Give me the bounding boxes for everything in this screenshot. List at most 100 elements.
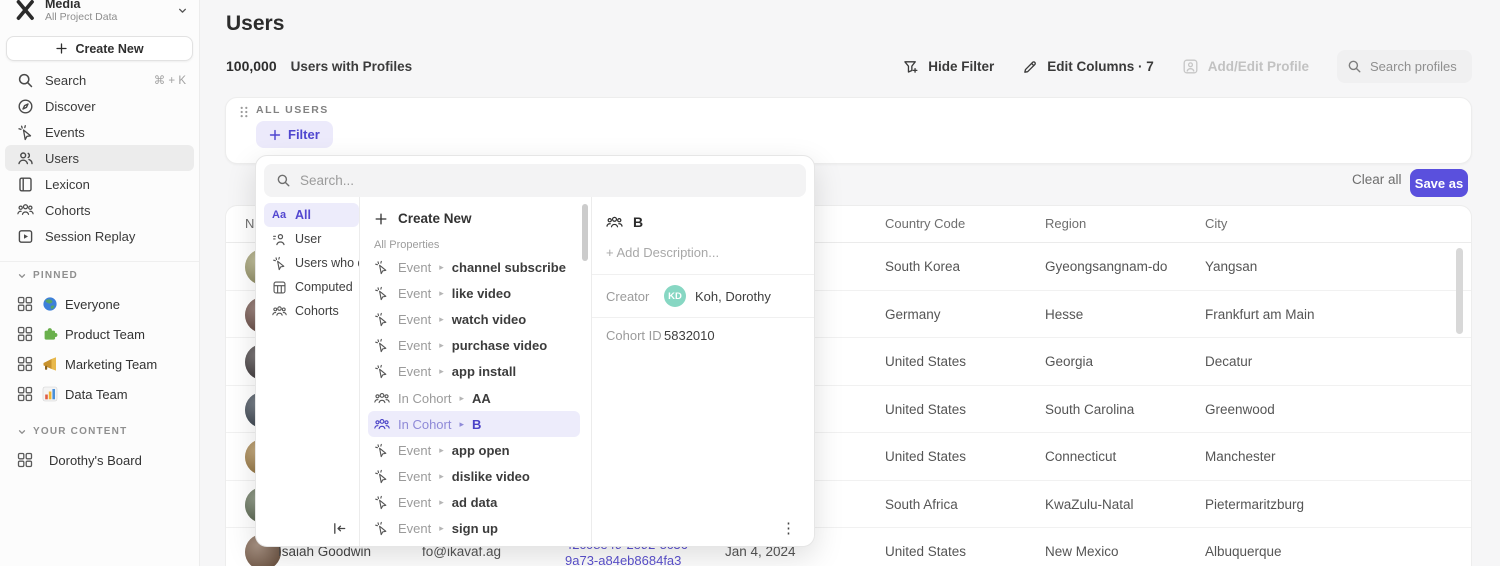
- cell-city: Manchester: [1205, 449, 1276, 464]
- column-header-region[interactable]: Region: [1045, 216, 1086, 231]
- sidebar-item-label: Lexicon: [45, 177, 90, 192]
- sidebar-item-label: Discover: [45, 99, 96, 114]
- event-cursor-icon: [374, 495, 390, 511]
- property-item-cohort-b[interactable]: In Cohort ▸ B: [368, 411, 580, 437]
- property-item-cohort-aa[interactable]: In Cohort ▸ AA: [368, 385, 580, 411]
- drag-handle-icon[interactable]: [238, 105, 250, 119]
- sidebar-item-lexicon[interactable]: Lexicon: [5, 171, 194, 197]
- sidebar-item-events[interactable]: Events: [5, 119, 194, 145]
- sidebar-item-label: Search: [45, 73, 86, 88]
- creator-name: Koh, Dorothy: [695, 289, 771, 304]
- project-subtitle: All Project Data: [45, 11, 176, 23]
- item-name: sign up: [452, 521, 498, 536]
- dropdown-search-input[interactable]: [300, 173, 794, 188]
- cohort-icon: [374, 390, 390, 406]
- cell-country: South Africa: [885, 497, 958, 512]
- collapse-panel-icon[interactable]: [332, 518, 352, 538]
- count-row: 100,000 Users with Profiles: [226, 58, 412, 74]
- column-header-city[interactable]: City: [1205, 216, 1227, 231]
- sidebar-item-search[interactable]: Search ⌘ + K: [5, 67, 194, 93]
- sidebar-board-data-team[interactable]: Data Team: [5, 379, 194, 409]
- brand-logo-icon: [12, 0, 38, 23]
- project-switcher[interactable]: Media All Project Data: [0, 0, 199, 24]
- cell-region: Gyeongsangnam-do: [1045, 259, 1167, 274]
- add-description-button[interactable]: + Add Description...: [592, 239, 814, 275]
- cohort-icon: [272, 304, 287, 319]
- cell-country: United States: [885, 402, 966, 417]
- cell-city: Yangsan: [1205, 259, 1257, 274]
- property-item-dislike-video[interactable]: Event ▸ dislike video: [368, 464, 580, 490]
- cell-region: Georgia: [1045, 354, 1093, 369]
- dropdown-search-box: [264, 164, 806, 197]
- sidebar-item-label: Events: [45, 125, 85, 140]
- event-cursor-icon: [374, 521, 390, 537]
- keyboard-shortcut: ⌘ + K: [154, 73, 186, 87]
- property-item-watch-video[interactable]: Event ▸ watch video: [368, 306, 580, 332]
- add-edit-profile-label: Add/Edit Profile: [1208, 59, 1309, 74]
- project-name: Media: [45, 0, 176, 11]
- sidebar-item-label: Users: [45, 151, 79, 166]
- dropdown-scrollbar[interactable]: [582, 204, 588, 261]
- event-cursor-icon: [272, 256, 287, 271]
- sidebar-board-everyone[interactable]: Everyone: [5, 289, 194, 319]
- search-profiles-box: [1337, 50, 1472, 83]
- sidebar-nav: Search ⌘ + K Discover Events Users Lexic…: [5, 67, 194, 249]
- sidebar-item-users[interactable]: Users: [5, 145, 194, 171]
- hide-filter-button[interactable]: Hide Filter: [903, 59, 994, 75]
- add-edit-profile-button[interactable]: Add/Edit Profile: [1182, 58, 1309, 75]
- chevron-down-icon: [17, 427, 27, 437]
- sidebar-item-cohorts[interactable]: Cohorts: [5, 197, 194, 223]
- property-item-purchase-video[interactable]: Event ▸ purchase video: [368, 333, 580, 359]
- category-all[interactable]: Aa All: [264, 203, 359, 227]
- item-prefix: Event: [398, 338, 431, 353]
- category-computed[interactable]: Computed: [264, 275, 359, 299]
- chevron-down-icon: [176, 4, 189, 17]
- create-new-button[interactable]: Create New: [6, 36, 193, 61]
- replay-icon: [17, 228, 34, 245]
- board-label: Marketing Team: [65, 357, 157, 372]
- item-prefix: Event: [398, 521, 431, 536]
- property-item-like-video[interactable]: Event ▸ like video: [368, 280, 580, 306]
- your-content-section: YOUR CONTENT Dorothy's Board: [5, 426, 194, 475]
- dropdown-create-new-button[interactable]: Create New: [368, 205, 580, 232]
- sidebar-board-product-team[interactable]: Product Team: [5, 319, 194, 349]
- clear-all-button[interactable]: Clear all: [1352, 172, 1402, 187]
- table-scrollbar[interactable]: [1456, 248, 1463, 334]
- board-icon: [17, 386, 33, 402]
- item-name: like video: [452, 286, 511, 301]
- your-content-section-header[interactable]: YOUR CONTENT: [5, 426, 194, 437]
- cohort-icon: [606, 215, 623, 229]
- sidebar-item-discover[interactable]: Discover: [5, 93, 194, 119]
- chevron-separator: ▸: [459, 419, 464, 430]
- property-item-sign-up[interactable]: Event ▸ sign up: [368, 516, 580, 542]
- item-name: app open: [452, 443, 510, 458]
- sidebar-item-session-replay[interactable]: Session Replay: [5, 223, 194, 249]
- category-cohorts[interactable]: Cohorts: [264, 299, 359, 323]
- cohort-id-value: 5832010: [664, 328, 715, 343]
- add-filter-button[interactable]: Filter: [256, 121, 333, 148]
- category-users-who-did[interactable]: Users who di...: [264, 251, 359, 275]
- cell-country: United States: [885, 544, 966, 559]
- column-header-country-code[interactable]: Country Code: [885, 216, 965, 231]
- sidebar-board-dorothys-board[interactable]: Dorothy's Board: [5, 445, 194, 475]
- item-prefix: Event: [398, 312, 431, 327]
- search-profiles-input[interactable]: [1370, 59, 1462, 74]
- cell-region: New Mexico: [1045, 544, 1119, 559]
- property-item-app-install[interactable]: Event ▸ app install: [368, 359, 580, 385]
- edit-columns-button[interactable]: Edit Columns · 7: [1022, 59, 1154, 75]
- item-name: B: [472, 417, 481, 432]
- category-user[interactable]: User: [264, 227, 359, 251]
- cell-country: United States: [885, 354, 966, 369]
- property-item-channel-subscribe[interactable]: Event ▸ channel subscribe: [368, 254, 580, 280]
- sidebar-board-marketing-team[interactable]: Marketing Team: [5, 349, 194, 379]
- pinned-section-header[interactable]: PINNED: [5, 270, 194, 281]
- property-item-ad-data[interactable]: Event ▸ ad data: [368, 490, 580, 516]
- bar-chart-emoji-icon: [42, 386, 58, 402]
- chevron-separator: ▸: [439, 314, 444, 325]
- category-label: All: [295, 208, 311, 222]
- property-item-app-open[interactable]: Event ▸ app open: [368, 437, 580, 463]
- event-cursor-icon: [374, 338, 390, 354]
- megaphone-emoji-icon: [42, 356, 58, 372]
- save-as-button[interactable]: Save as: [1410, 169, 1468, 197]
- more-options-icon[interactable]: ⋮: [777, 519, 800, 538]
